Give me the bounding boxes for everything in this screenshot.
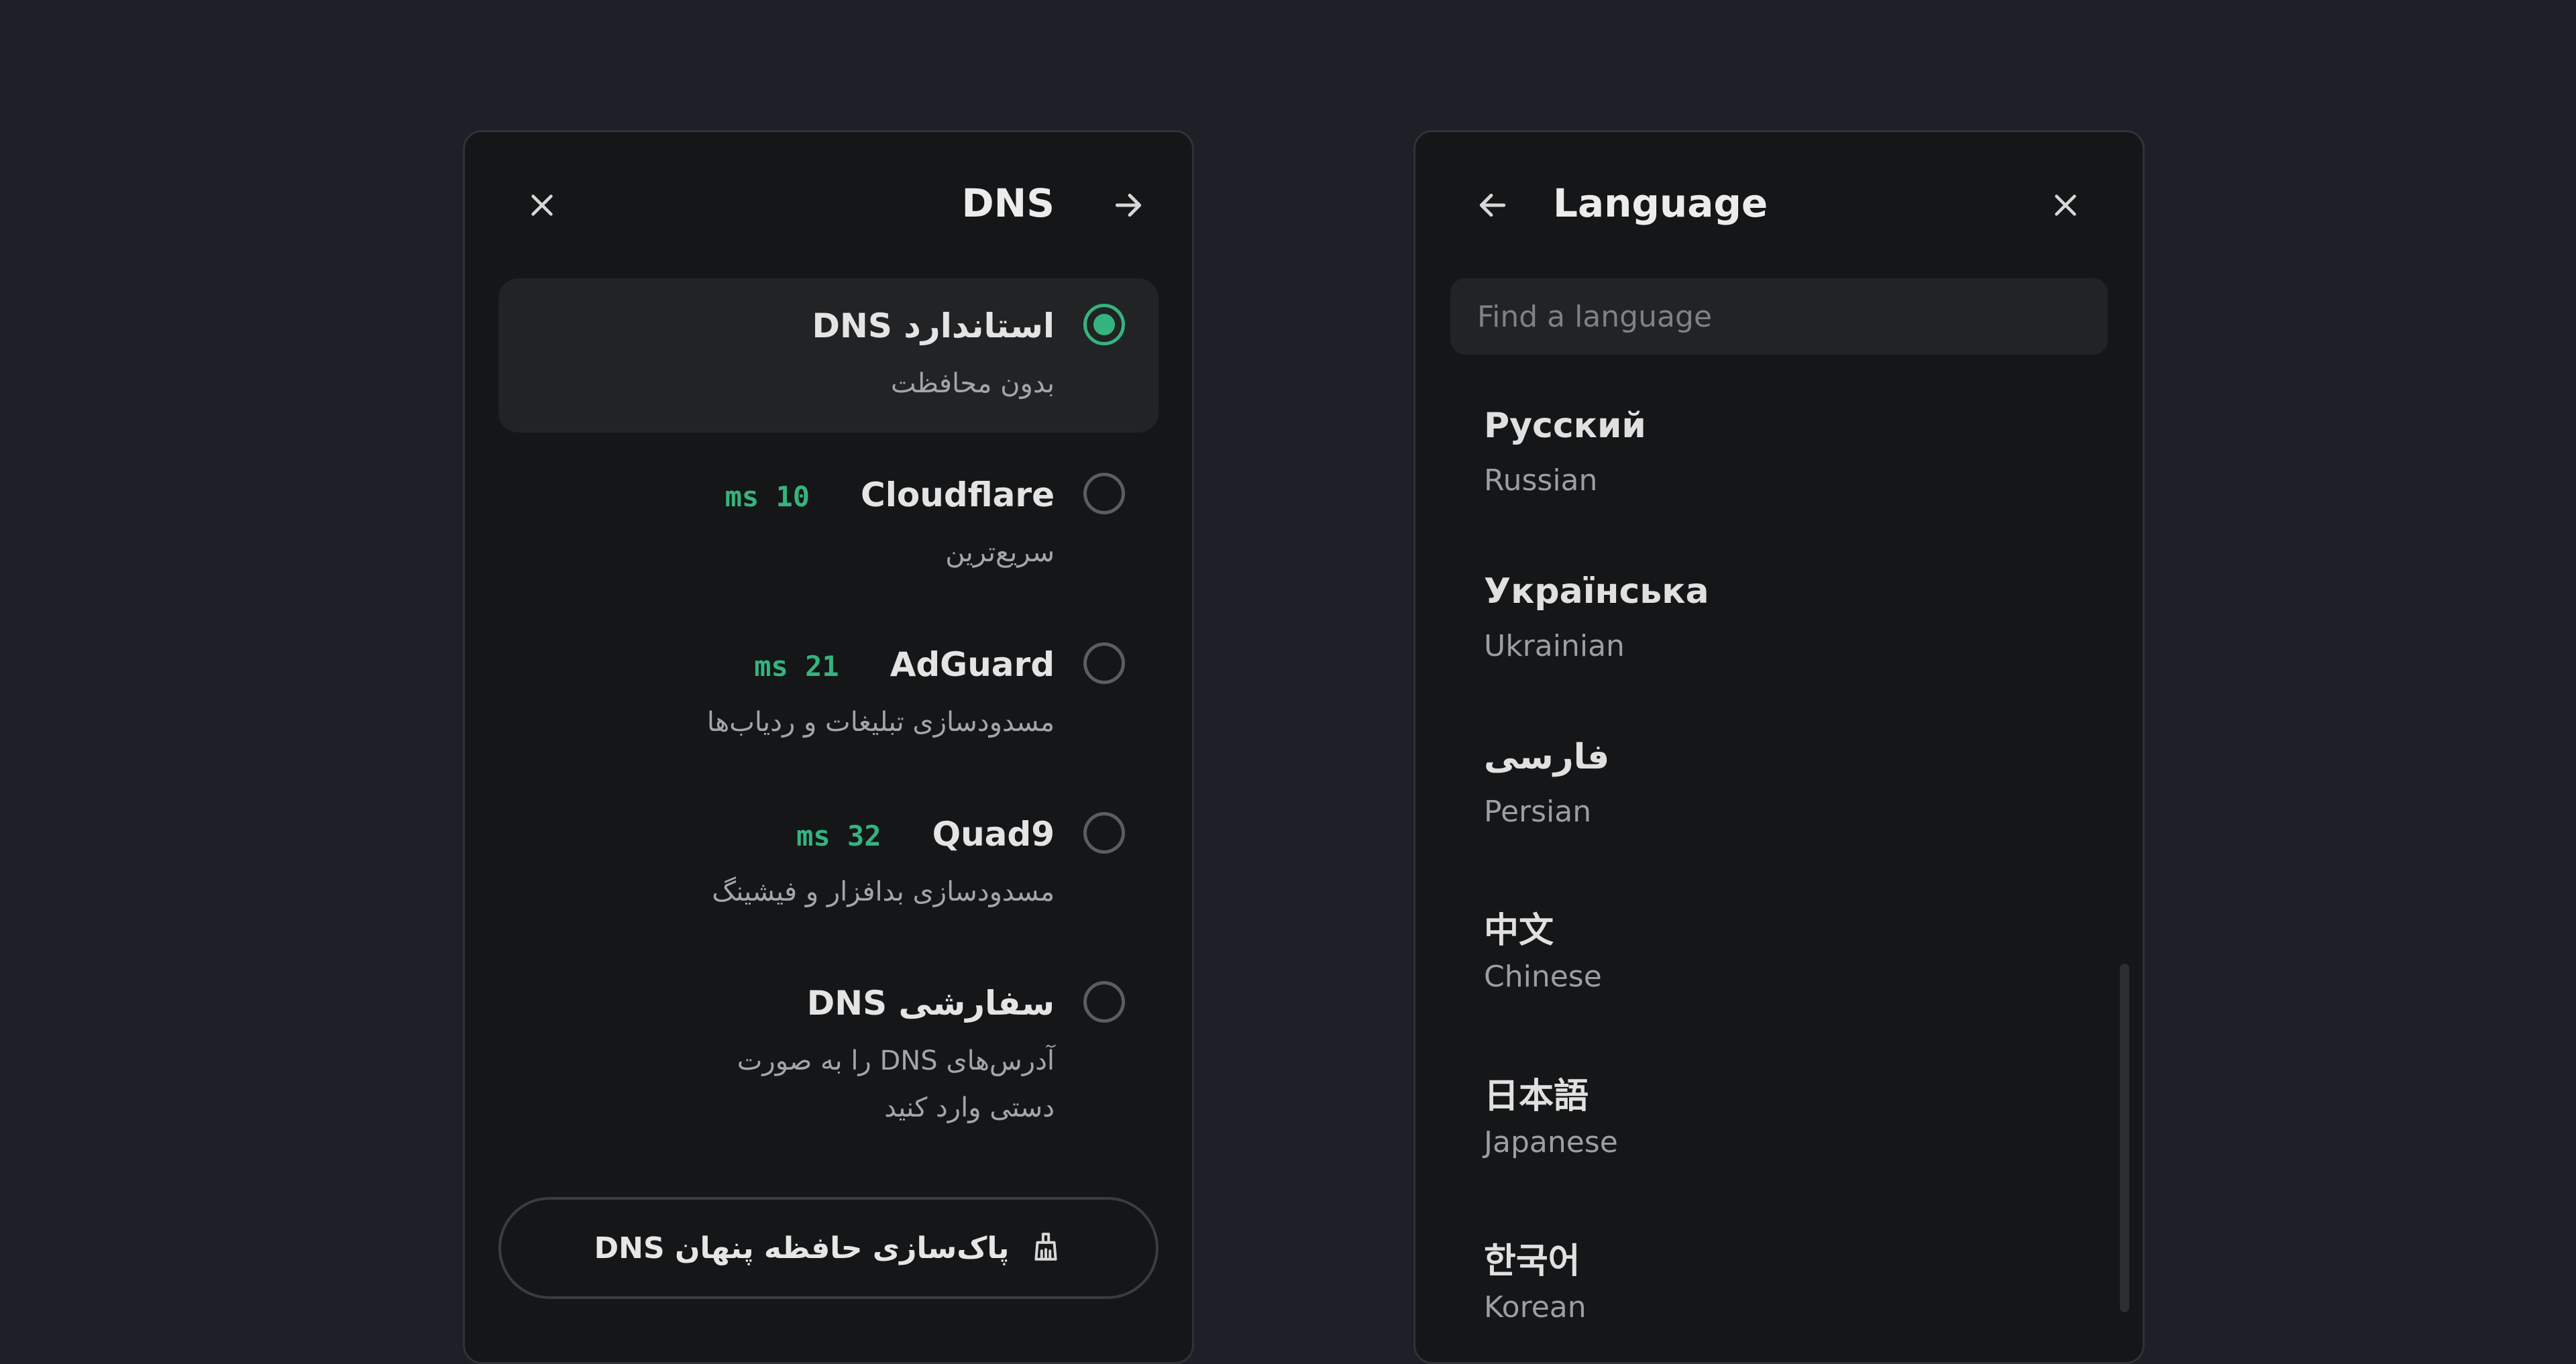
- language-native-name: 中文: [1484, 911, 1554, 951]
- dns-panel-header: DNS: [465, 132, 1192, 293]
- dns-option-description: آدرس‌های DNS را به صورت دستی وارد کنید: [737, 1045, 1055, 1123]
- flush-dns-cache-button[interactable]: پاک‌سازی حافظه پنهان DNS: [498, 1197, 1159, 1299]
- language-english-name: Russian: [1484, 463, 1598, 498]
- language-native-name: 日本語: [1484, 1076, 1589, 1117]
- language-native-name: 한국어: [1484, 1241, 1580, 1282]
- radio-unselected[interactable]: [1083, 981, 1125, 1023]
- dns-option-name-row: DNS استاندارد: [812, 306, 1055, 345]
- radio-unselected[interactable]: [1083, 812, 1125, 854]
- dns-option-name: DNS استاندارد: [812, 306, 1055, 345]
- language-item-korean[interactable]: 한국어 Korean: [1415, 132, 2143, 1324]
- dns-option-name-row: Quad9 ms 32: [796, 815, 1055, 854]
- dns-panel-title: DNS: [961, 180, 1055, 226]
- language-english-name: Persian: [1484, 795, 1592, 829]
- language-native-name: فارسی: [1484, 737, 1610, 777]
- latency-label: ms 32: [796, 819, 881, 852]
- dns-option-name-row: AdGuard ms 21: [754, 645, 1055, 684]
- dns-option-name-row: DNS سفارشی: [807, 984, 1055, 1023]
- dns-panel: DNS DNS استاندارد بدون محافظت Cloudflare…: [463, 130, 1194, 1364]
- dns-option-custom[interactable]: DNS سفارشی آدرس‌های DNS را به صورت دستی …: [498, 956, 1159, 1157]
- latency-label: ms 21: [754, 650, 839, 683]
- language-panel: Language Русский Russian Українська Ukra…: [1413, 130, 2145, 1364]
- broom-icon: [1029, 1230, 1063, 1266]
- language-list-scrollbar[interactable]: [2120, 964, 2129, 1312]
- language-english-name: Chinese: [1484, 960, 1602, 994]
- dns-option-name: DNS سفارشی: [806, 984, 1055, 1023]
- dns-option-standard[interactable]: DNS استاندارد بدون محافظت: [498, 278, 1159, 433]
- dns-option-description: بدون محافظت: [890, 368, 1055, 399]
- radio-unselected[interactable]: [1083, 642, 1125, 684]
- dns-option-quad9[interactable]: Quad9 ms 32 مسدودسازی بدافزار و فیشینگ: [498, 787, 1159, 941]
- language-native-name: Українська: [1484, 571, 1709, 612]
- flush-dns-cache-label: پاک‌سازی حافظه پنهان DNS: [594, 1231, 1010, 1265]
- dns-option-description: مسدودسازی تبلیغات و ردیاب‌ها: [706, 707, 1055, 738]
- dns-option-description: مسدودسازی بدافزار و فیشینگ: [712, 876, 1055, 907]
- latency-label: ms 10: [724, 480, 810, 513]
- dns-option-name-row: Cloudflare ms 10: [725, 475, 1055, 514]
- radio-selected[interactable]: [1083, 304, 1125, 345]
- radio-unselected[interactable]: [1083, 473, 1125, 514]
- dns-option-name: AdGuard: [890, 645, 1055, 684]
- language-english-name: Korean: [1484, 1290, 1587, 1324]
- dns-option-adguard[interactable]: AdGuard ms 21 مسدودسازی تبلیغات و ردیاب‌…: [498, 617, 1159, 771]
- language-native-name: Русский: [1484, 406, 1646, 446]
- dns-option-cloudflare[interactable]: Cloudflare ms 10 سریع‌ترین: [498, 447, 1159, 602]
- dns-option-description: سریع‌ترین: [945, 537, 1055, 568]
- close-icon[interactable]: [512, 175, 572, 235]
- dns-option-name: Quad9: [932, 815, 1055, 854]
- dns-option-name: Cloudflare: [861, 475, 1055, 514]
- arrow-right-icon[interactable]: [1098, 175, 1159, 235]
- language-english-name: Ukrainian: [1484, 629, 1625, 663]
- language-english-name: Japanese: [1484, 1125, 1618, 1159]
